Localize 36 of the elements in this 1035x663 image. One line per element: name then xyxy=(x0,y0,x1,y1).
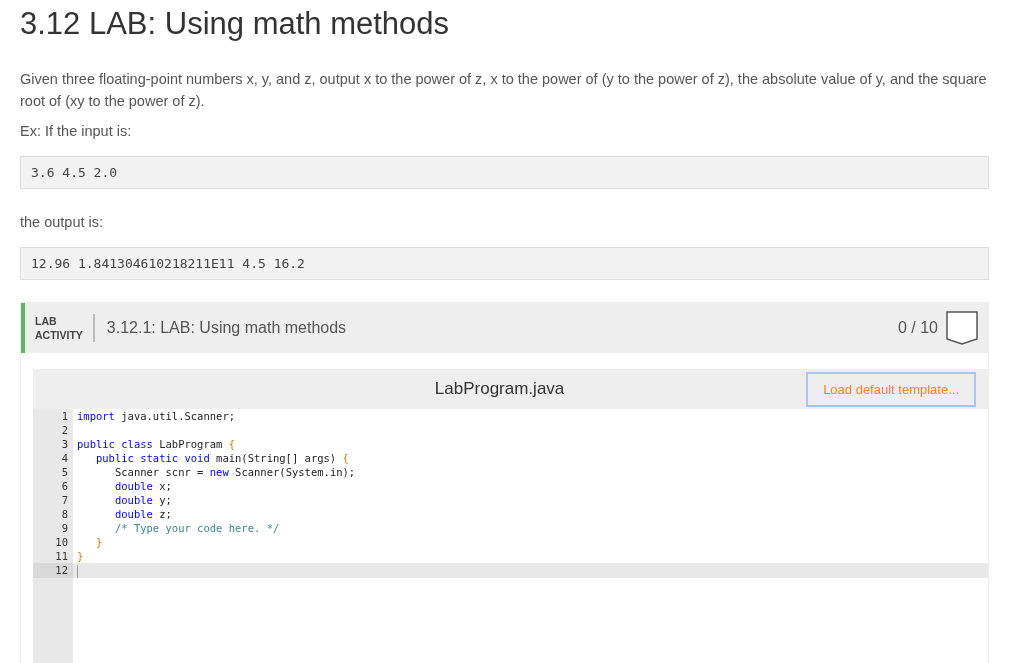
code-line: double z; xyxy=(113,507,173,521)
code-line: import java.util.Scanner; xyxy=(76,409,237,423)
line-number: 5 xyxy=(60,465,69,479)
line-number: 9 xyxy=(60,521,69,535)
code-line: /* Type your code here. */ xyxy=(113,521,281,535)
code-line: double y; xyxy=(113,493,173,507)
line-number: 3 xyxy=(60,437,69,451)
code-line: public class LabProgram { xyxy=(76,437,237,451)
output-intro: the output is: xyxy=(20,213,105,232)
line-number: 11 xyxy=(54,549,69,563)
line-number: 10 xyxy=(54,535,69,549)
line-number: 1 xyxy=(60,409,69,423)
output-example: 12.96 1.841304610218211E11 4.5 16.2 xyxy=(20,247,989,280)
activity-label: ACTIVITY xyxy=(35,328,83,342)
input-example: 3.6 4.5 2.0 xyxy=(20,156,989,189)
lab-label: LAB xyxy=(35,314,58,328)
badge-icon xyxy=(946,311,978,345)
code-line: Scanner scnr = new Scanner(System.in); xyxy=(113,465,357,479)
code-line: double x; xyxy=(113,479,173,493)
load-template-button[interactable]: Load default template... xyxy=(806,371,976,407)
input-intro: Ex: If the input is: xyxy=(20,122,133,141)
line-number: 8 xyxy=(60,507,69,521)
line-number: 4 xyxy=(60,451,69,465)
file-name: LabProgram.java xyxy=(433,379,566,399)
line-number: 6 xyxy=(60,479,69,493)
code-line: public static void main(String[] args) { xyxy=(94,451,350,465)
score: 0 / 10 xyxy=(897,319,938,337)
lab-name: 3.12.1: LAB: Using math methods xyxy=(106,319,348,337)
code-editor[interactable] xyxy=(33,409,988,663)
code-line: } xyxy=(76,549,85,563)
line-number: 2 xyxy=(60,423,69,437)
line-number: 12 xyxy=(33,563,73,578)
code-line: } xyxy=(94,535,104,549)
line-number: 7 xyxy=(60,493,69,507)
problem-description: Given three floating-point numbers x, y, and z, output x to the power of z, x to the power of (y to the power of z), the absolute value of y, and the square root of (xy to the power of z). xyxy=(20,70,988,111)
page-title: 3.12 LAB: Using math methods xyxy=(20,6,451,42)
